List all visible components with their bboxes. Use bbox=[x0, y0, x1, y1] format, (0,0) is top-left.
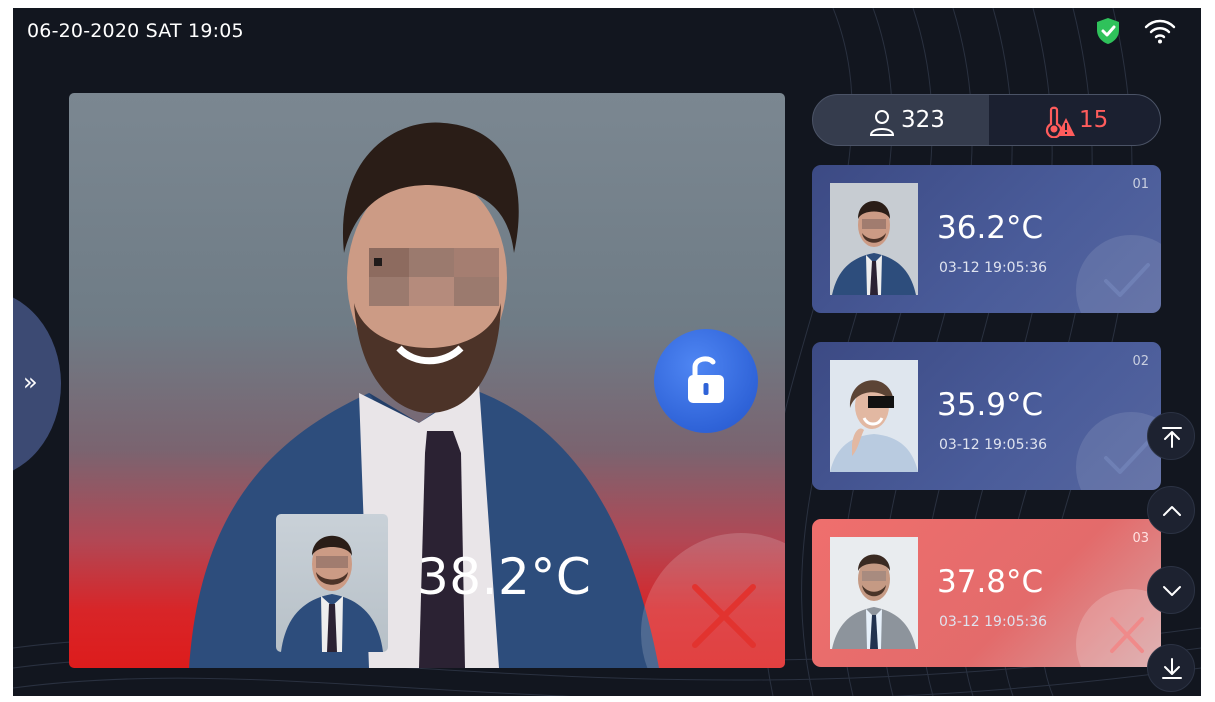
record-temperature: 35.9°C bbox=[937, 387, 1044, 423]
person-icon bbox=[869, 110, 895, 136]
check-icon bbox=[1104, 263, 1150, 297]
chevron-down-icon bbox=[1163, 586, 1181, 596]
record-face-thumbnail bbox=[830, 537, 918, 649]
unlocked-padlock-icon bbox=[688, 356, 724, 403]
counters-bar bbox=[812, 94, 1161, 146]
scroll-to-bottom-icon bbox=[1162, 658, 1182, 679]
unlock-button[interactable] bbox=[654, 329, 758, 433]
record-card[interactable]: 36.2°C 03-12 19:05:36 01 bbox=[812, 165, 1161, 313]
chevron-up-icon bbox=[1163, 506, 1181, 516]
fever-count: 15 bbox=[1079, 107, 1109, 133]
status-datetime: 06-20-2020 SAT 19:05 bbox=[27, 20, 244, 42]
check-icon bbox=[1104, 440, 1150, 474]
scroll-up-button[interactable] bbox=[1147, 486, 1195, 534]
double-chevron-right-icon[interactable]: » bbox=[23, 368, 38, 396]
record-time: 03-12 19:05:36 bbox=[939, 260, 1048, 276]
scroll-to-top-button[interactable] bbox=[1147, 412, 1195, 460]
record-card[interactable]: 35.9°C 03-12 19:05:36 02 bbox=[812, 342, 1161, 490]
captured-face-thumbnail bbox=[276, 514, 388, 652]
camera-preview: 38.2°C bbox=[69, 93, 785, 668]
record-time: 03-12 19:05:36 bbox=[939, 614, 1048, 630]
cross-icon bbox=[692, 584, 756, 648]
scroll-to-bottom-button[interactable] bbox=[1147, 644, 1195, 692]
record-card[interactable]: 37.8°C 03-12 19:05:36 03 bbox=[812, 519, 1161, 667]
record-face-thumbnail bbox=[830, 183, 918, 295]
wifi-icon bbox=[1144, 19, 1176, 44]
thermometer-warning-icon bbox=[1045, 106, 1075, 138]
device-screen: 06-20-2020 SAT 19:05 » 38.2°C 323 15 36.… bbox=[13, 8, 1201, 696]
scroll-to-top-icon bbox=[1162, 427, 1182, 448]
current-temperature: 38.2°C bbox=[417, 548, 592, 606]
record-index: 02 bbox=[1132, 354, 1149, 369]
shield-check-icon bbox=[1097, 18, 1119, 44]
scroll-down-button[interactable] bbox=[1147, 566, 1195, 614]
record-index: 03 bbox=[1132, 531, 1149, 546]
record-temperature: 37.8°C bbox=[937, 564, 1044, 600]
record-temperature: 36.2°C bbox=[937, 210, 1044, 246]
record-index: 01 bbox=[1132, 177, 1149, 192]
record-time: 03-12 19:05:36 bbox=[939, 437, 1048, 453]
record-face-thumbnail bbox=[830, 360, 918, 472]
cross-icon bbox=[1110, 617, 1144, 653]
people-count: 323 bbox=[901, 107, 945, 133]
